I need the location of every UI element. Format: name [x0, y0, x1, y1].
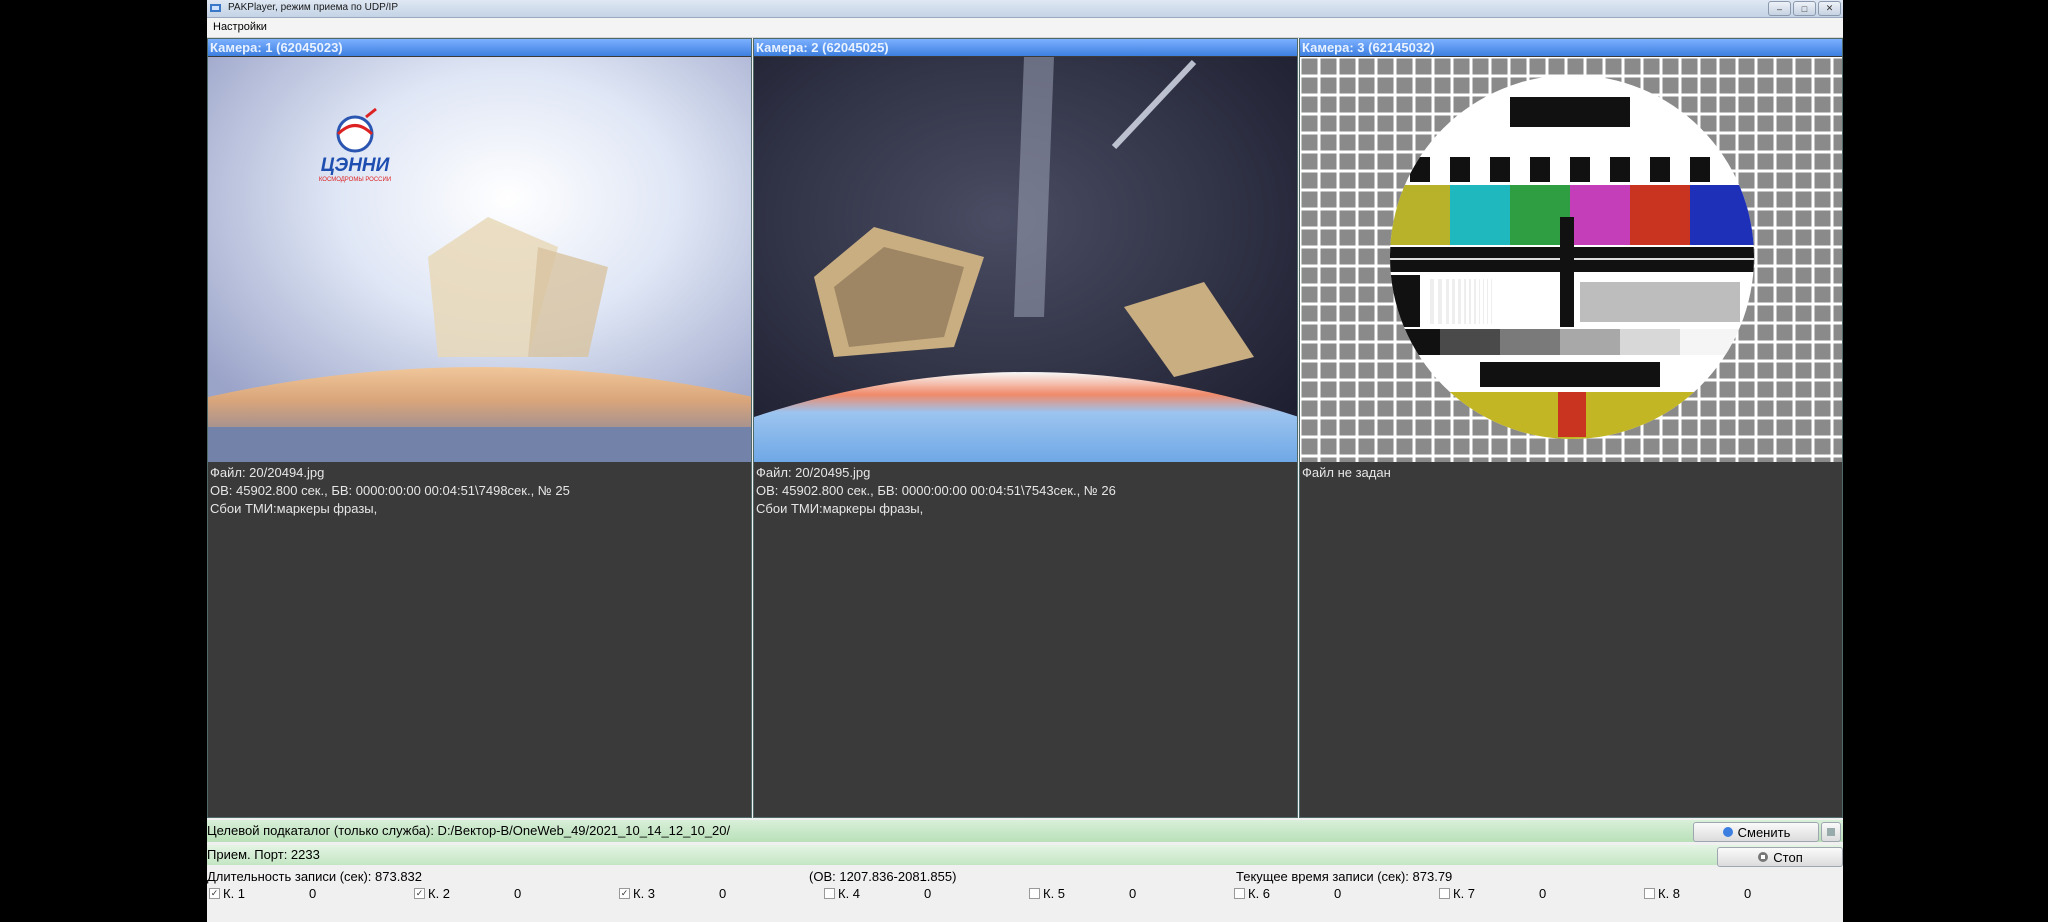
- channel-checkbox[interactable]: [824, 888, 835, 899]
- camera-3-video-frame[interactable]: [1300, 57, 1842, 500]
- ov-range: (ОВ: 1207.836-2081.855): [809, 869, 957, 884]
- channel-value: 0: [514, 886, 522, 901]
- camera-file-line: Файл: 20/20495.jpg: [756, 465, 871, 480]
- target-directory-label: Целевой подкаталог (только служба): D:/В…: [207, 823, 731, 838]
- channel-checkbox[interactable]: ✓: [209, 888, 220, 899]
- record-duration: Длительность записи (сек): 873.832: [207, 869, 423, 884]
- camera-1-image: ЦЭННИ КОСМОДРОМЫ РОССИИ: [208, 57, 751, 462]
- channel-checkbox[interactable]: [1234, 888, 1245, 899]
- camera-panel-2: Камера: 2 (62045025) Файл: 20/20495.jpg …: [753, 38, 1298, 818]
- close-button[interactable]: ✕: [1818, 1, 1841, 16]
- change-directory-button[interactable]: Сменить: [1693, 822, 1819, 842]
- app-window: PAKPlayer, режим приема по UDP/IP – □ ✕ …: [207, 0, 1843, 922]
- camera-panel-3: Камера: 3 (62145032) Файл не задан: [1299, 38, 1843, 818]
- channel-value: 0: [1334, 886, 1342, 901]
- camera-panel-1: Камера: 1 (62045023) ЦЭННИ КОСМОДРОМЫ РО…: [207, 38, 752, 818]
- change-button-label: Сменить: [1737, 824, 1791, 840]
- maximize-button[interactable]: □: [1793, 1, 1816, 16]
- channel-label: К. 8: [1658, 886, 1681, 901]
- camera-time-line: ОВ: 45902.800 сек., БВ: 0000:00:00 00:04…: [210, 483, 570, 498]
- channel-value: 0: [1129, 886, 1137, 901]
- channel-label: К. 6: [1248, 886, 1271, 901]
- channel-checkbox[interactable]: [1644, 888, 1655, 899]
- camera-file-line: Файл: 20/20494.jpg: [210, 465, 325, 480]
- menu-settings[interactable]: Настройки: [213, 21, 267, 33]
- port-label: Прием. Порт: 2233: [207, 847, 320, 862]
- stop-icon: [1758, 852, 1769, 862]
- channel-checkbox[interactable]: [1439, 888, 1450, 899]
- camera-time-line: ОВ: 45902.800 сек., БВ: 0000:00:00 00:04…: [756, 483, 1116, 498]
- camera-header: Камера: 1 (62045023): [208, 39, 751, 56]
- test-pattern-image: [1300, 57, 1842, 462]
- channel-value: 0: [719, 886, 727, 901]
- channel-value: 0: [1744, 886, 1752, 901]
- channel-checkbox[interactable]: ✓: [619, 888, 630, 899]
- camera-2-image: [754, 57, 1297, 462]
- channel-label: К. 1: [223, 886, 246, 901]
- logo-text: ЦЭННИ: [321, 155, 390, 176]
- channel-value: 0: [1539, 886, 1547, 901]
- camera-file-line: Файл не задан: [1302, 465, 1391, 480]
- channel-label: К. 7: [1453, 886, 1476, 901]
- bottom-panel: Целевой подкаталог (только служба): D:/В…: [207, 820, 1843, 922]
- app-icon: [210, 4, 221, 12]
- logo-subtext: КОСМОДРОМЫ РОССИИ: [319, 177, 391, 183]
- channel-value: 0: [309, 886, 317, 901]
- port-bar: Прием. Порт: 2233: [207, 845, 1843, 865]
- channel-label: К. 3: [633, 886, 656, 901]
- camera-header: Камера: 2 (62045025): [754, 39, 1297, 56]
- stop-button-label: Стоп: [1773, 849, 1803, 865]
- channel-value: 0: [924, 886, 932, 901]
- extra-options-button[interactable]: [1821, 822, 1841, 842]
- channel-label: К. 4: [838, 886, 861, 901]
- camera-errors-line: Сбои ТМИ:маркеры фразы,: [210, 501, 378, 516]
- title-bar: PAKPlayer, режим приема по UDP/IP – □ ✕: [207, 0, 1843, 18]
- current-record-time: Текущее время записи (сек): 873.79: [1236, 869, 1453, 884]
- camera-errors-line: Сбои ТМИ:маркеры фразы,: [756, 501, 924, 516]
- camera-1-video-frame[interactable]: ЦЭННИ КОСМОДРОМЫ РОССИИ: [208, 57, 751, 500]
- change-icon: [1722, 827, 1733, 837]
- channel-checkbox[interactable]: [1029, 888, 1040, 899]
- channel-label: К. 2: [428, 886, 451, 901]
- window-title: PAKPlayer, режим приема по UDP/IP: [228, 2, 398, 13]
- target-directory-bar: Целевой подкаталог (только служба): D:/В…: [207, 820, 1843, 842]
- channel-checkbox[interactable]: ✓: [414, 888, 425, 899]
- menu-bar: Настройки: [207, 18, 1843, 38]
- stop-button[interactable]: Стоп: [1717, 847, 1843, 867]
- minimize-button[interactable]: –: [1768, 1, 1791, 16]
- options-icon: [1827, 828, 1835, 836]
- camera-2-video-frame[interactable]: [754, 57, 1297, 500]
- camera-header: Камера: 3 (62145032): [1300, 39, 1842, 56]
- channel-label: К. 5: [1043, 886, 1066, 901]
